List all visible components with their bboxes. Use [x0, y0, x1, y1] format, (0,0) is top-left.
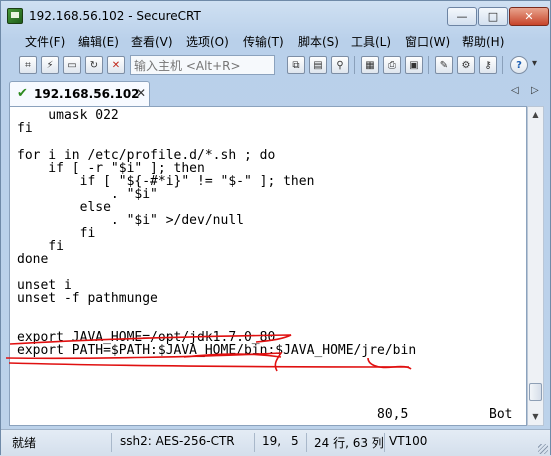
status-ready: 就绪	[12, 436, 37, 450]
securecrt-app-icon	[7, 8, 23, 24]
terminal-line: done	[17, 252, 49, 267]
toolbar-separator	[502, 56, 503, 74]
find-icon[interactable]: ⚲	[331, 56, 349, 74]
keymap-icon[interactable]: ⚷	[479, 56, 497, 74]
minimize-button[interactable]: —	[447, 7, 477, 26]
print-icon[interactable]: ⎙	[383, 56, 401, 74]
copy-icon[interactable]: ⧉	[287, 56, 305, 74]
status-terminal-type: VT100	[389, 434, 428, 448]
toolbar-overflow-icon[interactable]: ▾	[532, 58, 537, 69]
status-protocol: ssh2: AES-256-CTR	[120, 434, 235, 448]
quick-connect-icon[interactable]: ⚡	[41, 56, 59, 74]
menu-script[interactable]: 脚本(S)	[298, 33, 339, 50]
reconnect-icon[interactable]: ↻	[85, 56, 103, 74]
menu-file[interactable]: 文件(F)	[25, 33, 65, 50]
menu-help[interactable]: 帮助(H)	[462, 33, 504, 50]
connected-check-icon: ✔	[17, 86, 28, 101]
session-options-icon[interactable]: ✎	[435, 56, 453, 74]
toolbar-separator	[354, 56, 355, 74]
maximize-button[interactable]: □	[478, 7, 508, 26]
disconnect-icon[interactable]: ✕	[107, 56, 125, 74]
cursor-position-readout: 80,5	[377, 407, 409, 422]
status-row: 19,	[262, 434, 282, 448]
scroll-down-icon[interactable]: ▼	[528, 409, 543, 425]
terminal-scrollbar[interactable]: ▲ ▼	[527, 106, 544, 426]
print-setup-icon[interactable]: ▦	[361, 56, 379, 74]
securecrt-window: 192.168.56.102 - SecureCRT — □ ✕ 文件(F) 编…	[0, 0, 551, 456]
session-tab-label: 192.168.56.102	[34, 87, 140, 101]
status-separator	[254, 433, 255, 452]
status-bar: 就绪 ssh2: AES-256-CTR 19, 5 24 行, 63 列 VT…	[1, 429, 550, 456]
session-tab-bar: ✔ 192.168.56.102 ✕	[1, 79, 550, 106]
host-input[interactable]	[130, 55, 275, 75]
terminal-screen[interactable]: umask 022 fi for i in /etc/profile.d/*.s…	[9, 106, 527, 426]
toolbar: ⌗ ⚡ ▭ ↻ ✕ ⧉ ▤ ⚲ ▦ ⎙ ▣ ✎ ⚙ ⚷ ? ▾	[1, 52, 550, 78]
help-icon[interactable]: ?	[510, 56, 528, 74]
session-tab[interactable]: ✔ 192.168.56.102 ✕	[9, 81, 150, 106]
menu-transfer[interactable]: 传输(T)	[243, 33, 284, 50]
connect-tab-icon[interactable]: ▭	[63, 56, 81, 74]
menu-bar: 文件(F) 编辑(E) 查看(V) 选项(O) 传输(T) 脚本(S) 工具(L…	[1, 31, 550, 51]
paste-icon[interactable]: ▤	[309, 56, 327, 74]
close-button[interactable]: ✕	[509, 7, 549, 26]
window-title: 192.168.56.102 - SecureCRT	[29, 9, 201, 23]
title-bar[interactable]: 192.168.56.102 - SecureCRT — □ ✕	[1, 1, 550, 31]
status-separator	[384, 433, 385, 452]
status-col: 5	[291, 434, 299, 448]
toolbar-separator	[428, 56, 429, 74]
scroll-up-icon[interactable]: ▲	[528, 107, 543, 123]
status-size: 24 行, 63 列	[314, 436, 384, 450]
menu-view[interactable]: 查看(V)	[131, 33, 173, 50]
menu-window[interactable]: 窗口(W)	[405, 33, 450, 50]
scrollbar-thumb[interactable]	[529, 383, 542, 401]
terminal-line: fi	[17, 121, 33, 136]
terminal-line: unset -f pathmunge	[17, 291, 158, 306]
status-separator	[111, 433, 112, 452]
menu-tools[interactable]: 工具(L)	[351, 33, 391, 50]
tab-prev-icon[interactable]: ◁	[511, 85, 519, 96]
scroll-position-readout: Bot	[489, 407, 513, 422]
menu-options[interactable]: 选项(O)	[186, 33, 229, 50]
global-options-icon[interactable]: ⚙	[457, 56, 475, 74]
connect-icon[interactable]: ⌗	[19, 56, 37, 74]
terminal-line: export PATH=$PATH:$JAVA_HOME/bin:$JAVA_H…	[17, 343, 417, 358]
tab-next-icon[interactable]: ▷	[531, 85, 539, 96]
resize-grip-icon[interactable]	[538, 444, 548, 454]
menu-edit[interactable]: 编辑(E)	[78, 33, 119, 50]
status-separator	[306, 433, 307, 452]
print-screen-icon[interactable]: ▣	[405, 56, 423, 74]
tab-close-icon[interactable]: ✕	[136, 86, 146, 100]
